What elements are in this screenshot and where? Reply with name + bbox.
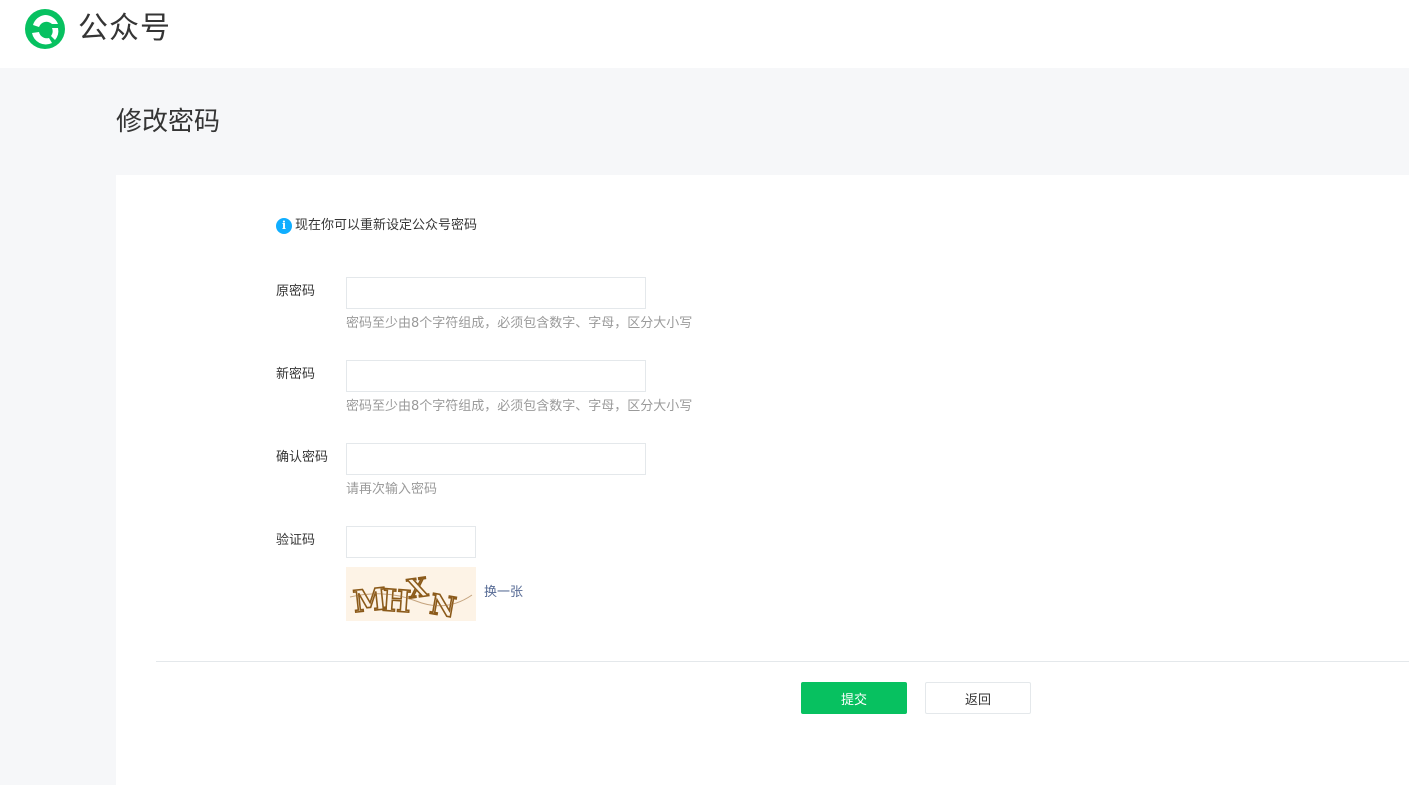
divider bbox=[156, 661, 1409, 662]
confirm-password-label: 确认密码 bbox=[276, 450, 329, 465]
old-password-label: 原密码 bbox=[276, 284, 316, 299]
top-bar: 公众号 bbox=[0, 0, 1409, 68]
captcha-input[interactable] bbox=[346, 526, 476, 558]
confirm-password-hint: 请再次输入密码 bbox=[346, 482, 438, 497]
captcha-image[interactable]: M H X N bbox=[346, 567, 476, 621]
refresh-captcha-link[interactable]: 换一张 bbox=[484, 584, 523, 602]
back-button[interactable]: 返回 bbox=[925, 682, 1031, 714]
new-password-hint: 密码至少由8个字符组成，必须包含数字、字母，区分大小写 bbox=[346, 399, 693, 414]
new-password-input[interactable] bbox=[346, 360, 646, 392]
captcha-label: 验证码 bbox=[276, 533, 316, 548]
new-password-label: 新密码 bbox=[276, 367, 316, 382]
notice-text: 现在你可以重新设定公众号密码 bbox=[295, 218, 478, 233]
wechat-official-account-logo-icon[interactable] bbox=[24, 8, 66, 50]
svg-text:X: X bbox=[406, 573, 431, 606]
form-panel: i 现在你可以重新设定公众号密码 原密码 密码至少由8个字符组成，必须包含数字、… bbox=[116, 175, 1409, 785]
info-icon: i bbox=[276, 218, 292, 234]
submit-button[interactable]: 提交 bbox=[801, 682, 907, 714]
old-password-input[interactable] bbox=[346, 277, 646, 309]
confirm-password-input[interactable] bbox=[346, 443, 646, 475]
notice: i 现在你可以重新设定公众号密码 bbox=[276, 217, 477, 235]
brand-name: 公众号 bbox=[78, 11, 171, 46]
page-title: 修改密码 bbox=[116, 107, 221, 137]
old-password-hint: 密码至少由8个字符组成，必须包含数字、字母，区分大小写 bbox=[346, 316, 693, 331]
